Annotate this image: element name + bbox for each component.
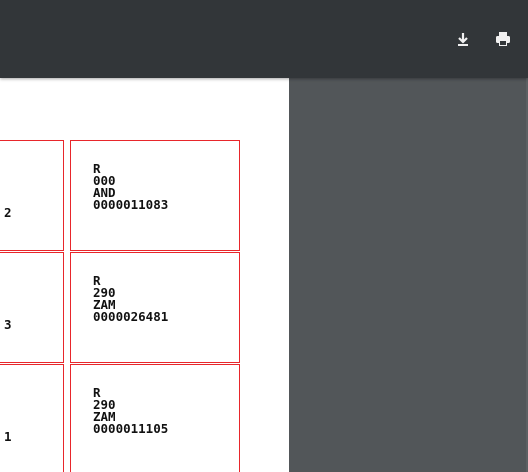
download-button[interactable] bbox=[452, 28, 474, 50]
label-fragment: 2 bbox=[4, 205, 12, 220]
document-viewport[interactable]: 2 3 1 R 000 AND 0000011083 R 290 ZAM 000… bbox=[0, 78, 528, 472]
label-text-block: R 290 ZAM 0000026481 bbox=[93, 274, 169, 324]
download-icon bbox=[458, 33, 468, 46]
label-cell-left-3: 1 bbox=[0, 364, 64, 472]
label-cell-left-1: 2 bbox=[0, 140, 64, 251]
viewer-toolbar bbox=[0, 0, 528, 78]
label-fragment: 3 bbox=[4, 317, 12, 332]
label-line-4: 0000011105 bbox=[93, 421, 169, 436]
print-icon bbox=[496, 32, 510, 46]
label-text-block: R 000 AND 0000011083 bbox=[93, 162, 169, 212]
label-line-4: 0000011083 bbox=[93, 197, 169, 212]
pdf-page: 2 3 1 R 000 AND 0000011083 R 290 ZAM 000… bbox=[0, 78, 289, 472]
print-button[interactable] bbox=[492, 28, 514, 50]
label-cell: R 290 ZAM 0000026481 bbox=[70, 252, 240, 363]
label-cell: R 000 AND 0000011083 bbox=[70, 140, 240, 251]
label-fragment: 1 bbox=[4, 429, 12, 444]
label-line-4: 0000026481 bbox=[93, 309, 169, 324]
label-cell-left-2: 3 bbox=[0, 252, 64, 363]
pdf-viewer: 2 3 1 R 000 AND 0000011083 R 290 ZAM 000… bbox=[0, 0, 528, 472]
label-cell: R 290 ZAM 0000011105 bbox=[70, 364, 240, 472]
label-text-block: R 290 ZAM 0000011105 bbox=[93, 386, 169, 436]
